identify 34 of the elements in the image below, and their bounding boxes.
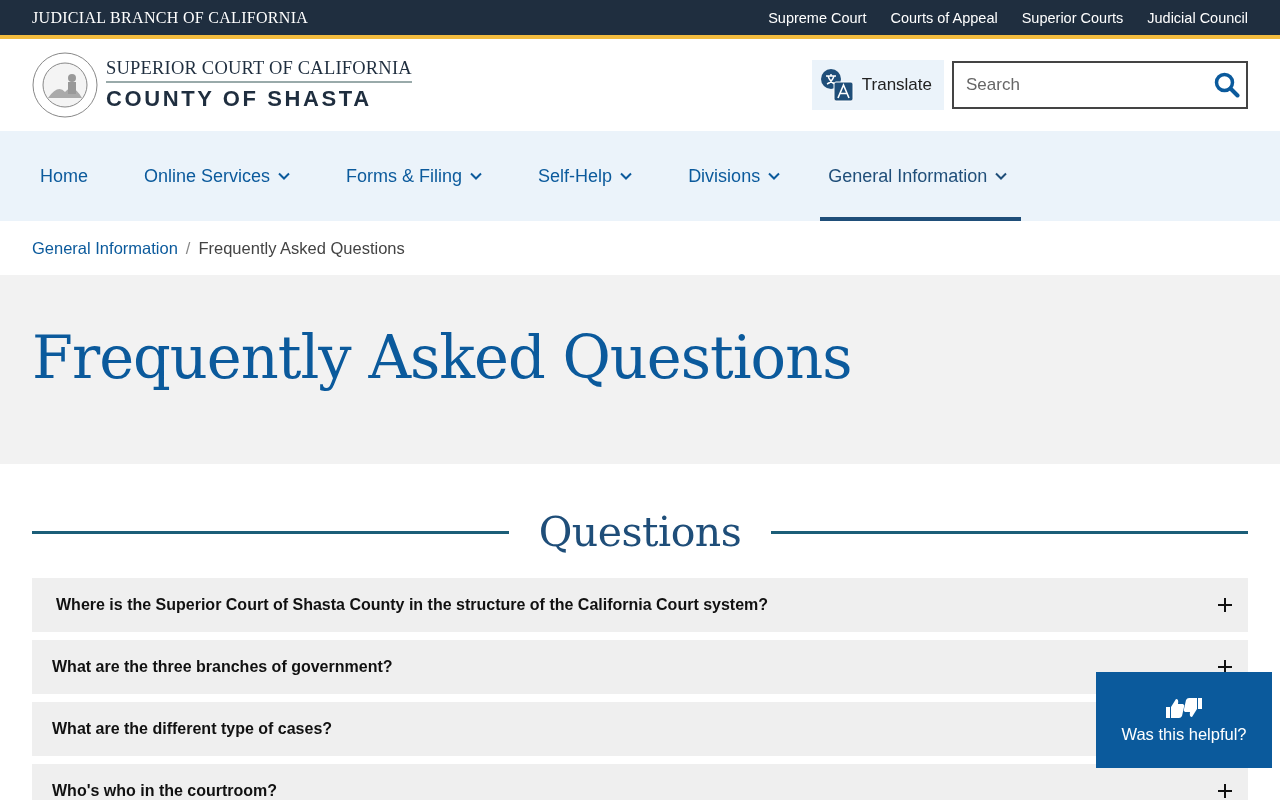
faq-question[interactable]: What are the three branches of government? (32, 640, 1248, 694)
breadcrumb-current: Frequently Asked Questions (198, 238, 405, 258)
court-name: SUPERIOR COURT OF CALIFORNIA (106, 58, 412, 83)
nav-tab[interactable]: Home (24, 131, 96, 221)
nav-tab[interactable]: General Information (820, 131, 1022, 221)
search-button[interactable] (1214, 72, 1240, 98)
top-link[interactable]: Supreme Court (768, 9, 867, 26)
seal-icon (32, 52, 98, 118)
nav-tab[interactable]: Self-Help (522, 131, 641, 221)
site-title: JUDICIAL BRANCH OF CALIFORNIA (32, 8, 309, 27)
translate-button[interactable]: Translate (811, 60, 944, 110)
chevron-down-icon (278, 172, 291, 180)
nav-tab[interactable]: Forms & Filing (330, 131, 491, 221)
chevron-down-icon (470, 172, 483, 180)
section-title: Questions (538, 508, 742, 556)
search-icon (1214, 72, 1240, 98)
faq-question[interactable]: Where is the Superior Court of Shasta County in the structure of the California Court system? (32, 578, 1248, 632)
page-title: Frequently Asked Questions (32, 323, 852, 392)
top-link[interactable]: Superior Courts (1021, 9, 1124, 26)
feedback-toast[interactable]: Was this helpful? (1096, 672, 1272, 768)
translate-icon (819, 68, 854, 102)
breadcrumb-separator: / (185, 238, 191, 258)
top-link[interactable]: Courts of Appeal (890, 9, 998, 26)
top-link[interactable]: Judicial Council (1147, 9, 1248, 26)
search-field[interactable]: Search (952, 61, 1248, 109)
breadcrumb-link[interactable]: General Information (32, 238, 178, 258)
county-name: COUNTY OF SHASTA (106, 86, 373, 112)
chevron-down-icon (768, 172, 781, 180)
chevron-down-icon (620, 172, 633, 180)
chevron-down-icon (995, 172, 1008, 180)
thumbs-up-down-icon (1165, 696, 1203, 719)
faq-question[interactable]: Who's who in the courtroom? (32, 764, 1248, 800)
nav-tab[interactable]: Divisions (672, 131, 789, 221)
nav-tab[interactable]: Online Services (128, 131, 299, 221)
